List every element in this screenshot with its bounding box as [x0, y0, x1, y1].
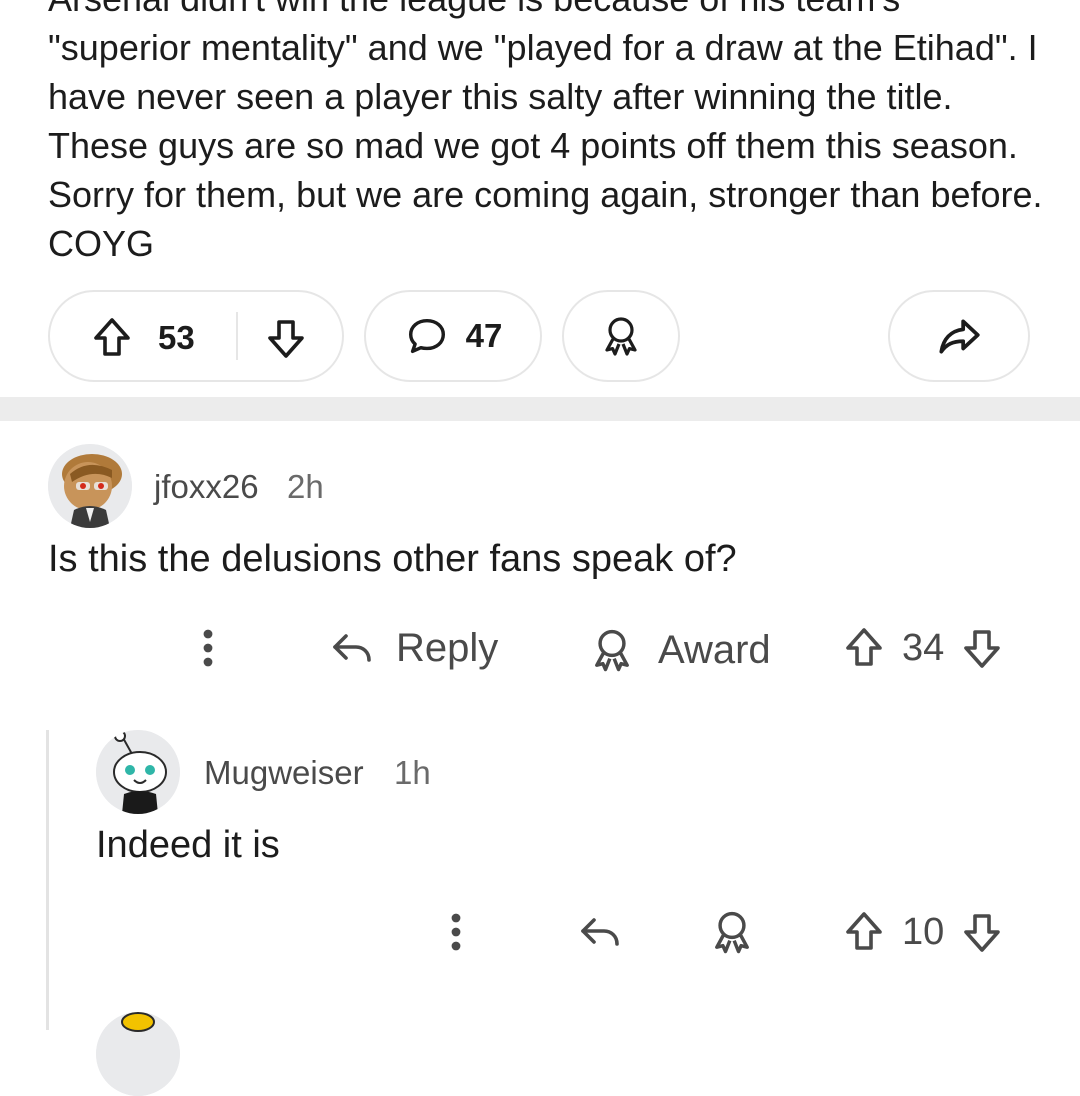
speech-bubble-icon — [404, 313, 450, 359]
comment-vote-count: 10 — [902, 910, 945, 953]
award-button[interactable]: Award — [586, 624, 771, 676]
reply-arrow-icon — [333, 634, 371, 662]
upvote-icon — [846, 912, 882, 950]
award-label: Award — [658, 627, 771, 672]
post-award-button[interactable] — [562, 290, 680, 382]
comment-vote-group: 10 — [840, 908, 1006, 956]
reply-arrow-icon — [581, 918, 619, 946]
comment-more-button[interactable] — [438, 908, 474, 956]
award-ribbon-icon — [597, 312, 645, 360]
share-arrow-icon — [934, 311, 984, 361]
reply-button[interactable] — [576, 908, 624, 956]
comment-timestamp: 1h — [394, 754, 431, 791]
comment-vote-count: 34 — [902, 626, 945, 669]
post-upvote-count: 53 — [158, 319, 195, 356]
comment-vote-group: 34 — [840, 624, 1006, 672]
downvote-icon — [964, 914, 1001, 952]
upvote-icon[interactable] — [88, 314, 136, 362]
post-comment-count: 47 — [465, 317, 503, 354]
post-vote-pill: 53 — [48, 290, 344, 382]
upvote-icon — [846, 628, 882, 666]
thread-line[interactable] — [46, 730, 49, 1030]
avatar[interactable] — [96, 1012, 180, 1096]
comment-text: Is this the delusions other fans speak o… — [48, 538, 737, 580]
comment-text: Indeed it is — [96, 824, 280, 866]
award-ribbon-icon — [595, 629, 629, 672]
comment-username[interactable]: Mugweiser — [204, 754, 364, 792]
reply-label: Reply — [396, 625, 499, 670]
vote-separator — [236, 312, 238, 360]
post-comments-button[interactable]: 47 — [364, 290, 542, 382]
reply-button[interactable]: Reply — [328, 624, 498, 672]
comment-username[interactable]: jfoxx26 — [154, 468, 259, 506]
avatar[interactable] — [96, 730, 180, 814]
comment-timestamp: 2h — [287, 468, 324, 505]
comment-more-button[interactable] — [190, 624, 226, 672]
avatar[interactable] — [48, 444, 132, 528]
post-body-text: Arsenal didn't win the league is because… — [48, 0, 1043, 264]
downvote-icon — [964, 630, 1001, 668]
award-ribbon-icon — [715, 911, 749, 954]
section-divider — [0, 397, 1080, 421]
vertical-ellipsis-icon — [203, 629, 213, 667]
downvote-icon[interactable] — [262, 314, 310, 362]
vertical-ellipsis-icon — [451, 913, 461, 951]
post-share-button[interactable] — [888, 290, 1030, 382]
award-button[interactable] — [706, 906, 758, 958]
